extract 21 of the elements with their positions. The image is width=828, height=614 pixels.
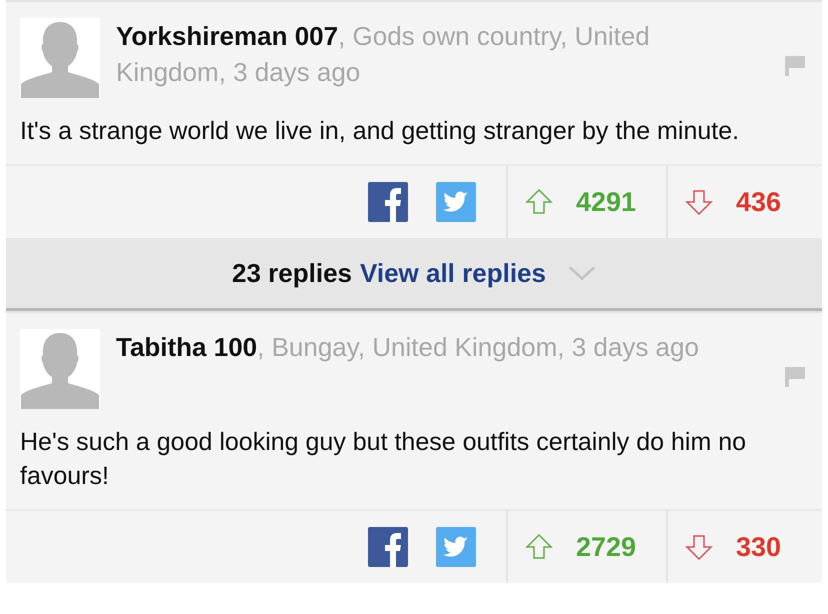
avatar-silhouette-icon — [20, 18, 100, 98]
view-replies-link[interactable]: View all replies — [360, 258, 546, 288]
upvote-count: 4291 — [576, 186, 636, 218]
up-arrow-icon[interactable] — [524, 532, 554, 562]
flag-icon[interactable] — [784, 366, 806, 388]
up-arrow-icon[interactable] — [524, 187, 554, 217]
comment-byline: Yorkshireman 007, Gods own country, United Kingdom, 3 days ago — [116, 20, 651, 89]
upvote-count: 2729 — [576, 532, 636, 562]
facebook-icon[interactable] — [368, 182, 408, 222]
chevron-down-icon[interactable] — [568, 265, 596, 281]
avatar-silhouette-icon — [20, 329, 100, 409]
downvote-count: 436 — [736, 186, 782, 218]
twitter-icon[interactable] — [436, 527, 476, 567]
comment-text: It's a strange world we live in, and getting stranger by the minute. — [19, 116, 740, 147]
downvote-count: 330 — [736, 532, 782, 562]
reply-count: 23 replies — [232, 258, 352, 288]
comment-byline: Tabitha 100, Bungay, United Kingdom, 3 days ago — [116, 331, 700, 364]
flag-icon[interactable] — [784, 55, 806, 77]
facebook-icon[interactable] — [368, 527, 408, 567]
twitter-icon[interactable] — [436, 182, 476, 222]
comment-text: He's such a good looking guy but these outfits certainly do him no favours! — [19, 427, 748, 492]
